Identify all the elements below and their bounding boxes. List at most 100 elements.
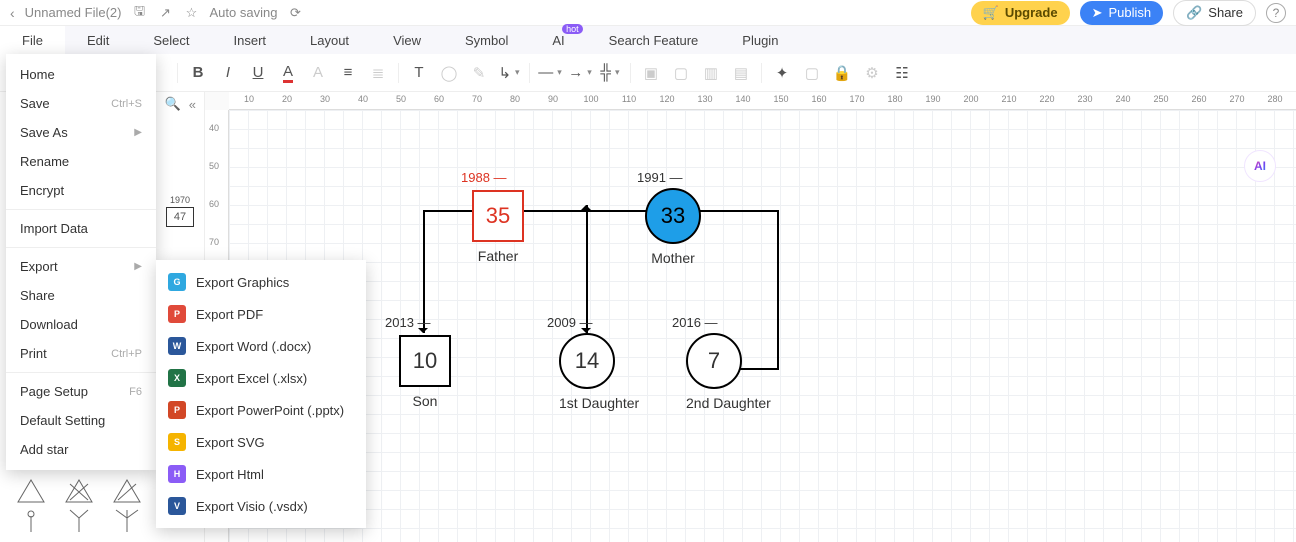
layers-button[interactable]: ☷ [888,59,916,87]
daughter2-node[interactable]: 7 2nd Daughter [686,333,771,411]
menu-select[interactable]: Select [131,26,211,54]
align-objects-button[interactable]: ▥ [697,59,725,87]
lock-button[interactable]: 🔒 [828,59,856,87]
mother-node[interactable]: 33 Mother [645,188,701,266]
symbol-row-2 [16,508,142,532]
daughter1-node[interactable]: 14 1st Daughter [559,333,639,411]
year-label: 2013 — [385,315,431,330]
year-label: 1991 — [637,170,683,185]
cart-icon: 🛒 [983,5,999,21]
underline-button[interactable]: U [244,59,272,87]
file-menu-save-as[interactable]: Save As▶ [6,118,156,147]
filetype-icon: X [168,369,186,387]
export-export-visio-vsdx-[interactable]: VExport Visio (.vsdx) [156,490,366,522]
align-button[interactable]: ≡ [334,59,362,87]
file-menu-print[interactable]: PrintCtrl+P [6,339,156,368]
line-color-button[interactable]: ✎ [465,59,493,87]
menu-insert[interactable]: Insert [212,26,289,54]
container-button[interactable]: ▢ [667,59,695,87]
collapse-sidebar-icon[interactable]: « [189,97,196,112]
file-menu-import-data[interactable]: Import Data [6,214,156,243]
help-button[interactable]: ? [1266,3,1286,23]
menu-symbol[interactable]: Symbol [443,26,530,54]
menu-ai[interactable]: AIhot [530,26,586,54]
export-submenu: GExport GraphicsPExport PDFWExport Word … [156,260,366,528]
triangle-x-symbol[interactable] [64,478,94,504]
submenu-arrow-icon: ▶ [134,261,142,272]
search-sidebar-icon[interactable]: 🔍 [165,96,181,112]
arrow-style-button[interactable]: →▾ [566,59,594,87]
line-jump-button[interactable]: ╬▾ [596,59,624,87]
file-menu-rename[interactable]: Rename [6,147,156,176]
export-export-html[interactable]: HExport Html [156,458,366,490]
italic-button[interactable]: I [214,59,242,87]
file-menu-encrypt[interactable]: Encrypt [6,176,156,205]
export-export-svg[interactable]: SExport SVG [156,426,366,458]
drawing-canvas[interactable]: AI 1988 — 35 Father 1991 — 33 Mother 201… [229,110,1296,542]
open-external-icon[interactable]: ↗ [158,5,174,21]
filetype-icon: H [168,465,186,483]
text-tool-button[interactable]: T [405,59,433,87]
father-node[interactable]: 35 Father [472,190,524,264]
share-button[interactable]: 🔗 Share [1173,0,1256,26]
branch-symbol-2[interactable] [64,508,94,532]
file-menu-dropdown: HomeSaveCtrl+SSave As▶RenameEncrypt Impor… [6,54,156,470]
son-node[interactable]: 10 Son [399,335,451,409]
upgrade-button[interactable]: 🛒 Upgrade [971,1,1070,25]
filetype-icon: G [168,273,186,291]
ai-assistant-badge[interactable]: AI [1244,150,1276,182]
font-color-button[interactable]: A [274,59,302,87]
bold-button[interactable]: B [184,59,212,87]
save-indicator-icon[interactable]: 🖫 [132,5,148,21]
file-menu-save[interactable]: SaveCtrl+S [6,89,156,118]
branch-symbol-3[interactable] [112,508,142,532]
shape-fill-button[interactable]: ◯ [435,59,463,87]
star-icon[interactable]: ☆ [184,5,200,21]
file-menu-home[interactable]: Home [6,60,156,89]
connector-line [777,210,779,370]
branch-symbol-1[interactable] [16,508,46,532]
export-export-word-docx-[interactable]: WExport Word (.docx) [156,330,366,362]
menu-view[interactable]: View [371,26,443,54]
share-icon: 🔗 [1186,5,1202,21]
highlight-button[interactable]: A [304,59,332,87]
canvas-area: 1020304050607080901001101201301401501601… [205,92,1296,542]
export-export-excel-xlsx-[interactable]: XExport Excel (.xlsx) [156,362,366,394]
filetype-icon: P [168,305,186,323]
autosave-label: Auto saving [210,5,278,20]
crop-button[interactable]: ▢ [798,59,826,87]
hot-badge: hot [562,24,583,34]
menu-file[interactable]: File [0,26,65,54]
file-menu-export[interactable]: Export▶ [6,252,156,281]
connector-style-button[interactable]: ↳▾ [495,59,523,87]
triangle-slash-symbol[interactable] [112,478,142,504]
title-bar: ‹ Unnamed File(2) 🖫 ↗ ☆ Auto saving ⟳ 🛒 … [0,0,1296,26]
line-style-button[interactable]: —▾ [536,59,564,87]
file-menu-page-setup[interactable]: Page SetupF6 [6,377,156,406]
filetype-icon: V [168,497,186,515]
list-button[interactable]: ≣ [364,59,392,87]
publish-button[interactable]: ➤ Publish [1080,1,1164,25]
year-label: 2009 — [547,315,593,330]
send-icon: ➤ [1092,5,1103,21]
triangle-symbol[interactable] [16,478,46,504]
image-button[interactable]: ▣ [637,59,665,87]
export-export-pdf[interactable]: PExport PDF [156,298,366,330]
file-menu-add-star[interactable]: Add star [6,435,156,464]
file-menu-download[interactable]: Download [6,310,156,339]
back-chevron-icon[interactable]: ‹ [10,5,15,21]
distribute-button[interactable]: ▤ [727,59,755,87]
filetype-icon: S [168,433,186,451]
file-name: Unnamed File(2) [25,5,122,20]
effects-button[interactable]: ✦ [768,59,796,87]
tools-button[interactable]: ⚙ [858,59,886,87]
format-toolbar: |▾ 12▾ B I U A A ≡ ≣ T ◯ ✎ ↳▾ —▾ →▾ ╬▾ ▣… [0,54,1296,92]
file-menu-share[interactable]: Share [6,281,156,310]
menu-layout[interactable]: Layout [288,26,371,54]
menu-plugin[interactable]: Plugin [720,26,800,54]
menu-edit[interactable]: Edit [65,26,131,54]
menu-search-feature[interactable]: Search Feature [587,26,721,54]
export-export-graphics[interactable]: GExport Graphics [156,266,366,298]
export-export-powerpoint-pptx-[interactable]: PExport PowerPoint (.pptx) [156,394,366,426]
file-menu-default-setting[interactable]: Default Setting [6,406,156,435]
